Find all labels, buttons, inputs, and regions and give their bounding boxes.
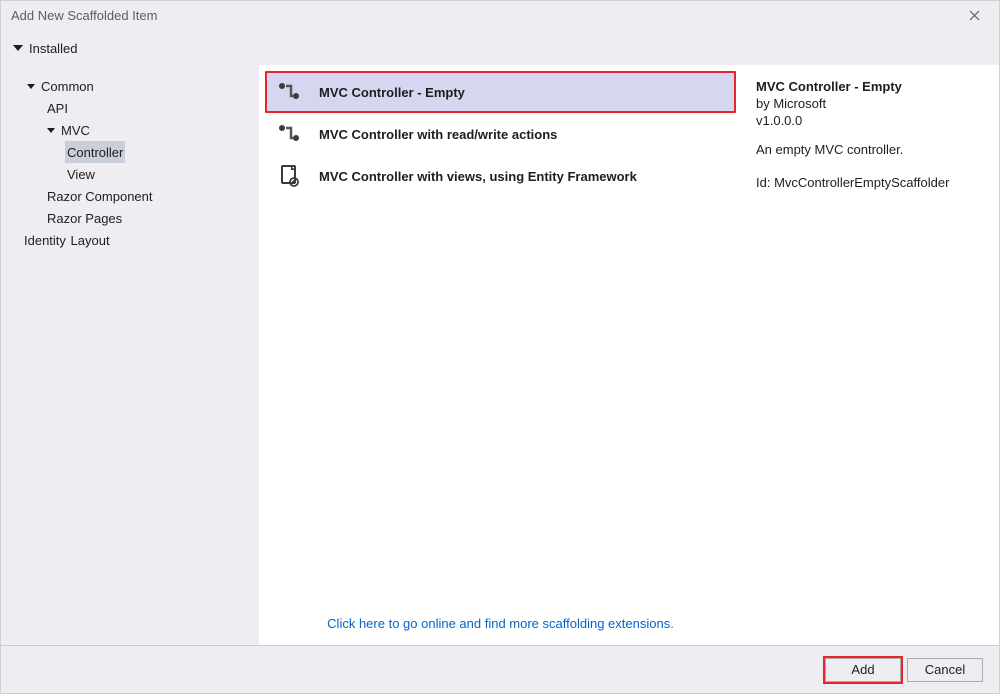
controller-ef-icon [277, 163, 303, 189]
sidebar-item-label: Razor Component [47, 189, 153, 204]
details-author-prefix: by [756, 96, 773, 111]
sidebar-item-controller[interactable]: Controller [65, 141, 125, 163]
sidebar-item-label: Common [41, 79, 94, 94]
sidebar-item-layout[interactable]: Layout [69, 229, 112, 251]
controller-icon [277, 121, 303, 147]
details-id-prefix: Id: [756, 175, 774, 190]
sidebar-item-label: MVC [61, 123, 90, 138]
category-label: Installed [29, 41, 77, 56]
title-bar: Add New Scaffolded Item [1, 1, 999, 31]
sidebar-item-razor-pages[interactable]: Razor Pages [45, 207, 124, 229]
sidebar: Common API MVC Controll [1, 65, 259, 645]
sidebar-item-razor-component[interactable]: Razor Component [45, 185, 155, 207]
chevron-down-icon [13, 45, 23, 51]
window-title: Add New Scaffolded Item [11, 8, 157, 23]
sidebar-item-label: View [67, 167, 95, 182]
details-id-value: MvcControllerEmptyScaffolder [774, 175, 949, 190]
cancel-button[interactable]: Cancel [907, 658, 983, 682]
details-author: by Microsoft [756, 96, 985, 111]
chevron-down-icon [27, 84, 35, 89]
dialog-footer: Add Cancel [1, 645, 999, 693]
sidebar-item-label: Razor Pages [47, 211, 122, 226]
sidebar-item-label: API [47, 101, 68, 116]
sidebar-item-api[interactable]: API [45, 97, 70, 119]
controller-icon [277, 79, 303, 105]
details-id: Id: MvcControllerEmptyScaffolder [756, 175, 985, 190]
template-title: MVC Controller with views, using Entity … [319, 169, 637, 184]
template-list: MVC Controller - Empty MVC Controller wi… [259, 65, 742, 645]
sidebar-item-mvc[interactable]: MVC [45, 119, 92, 141]
template-title: MVC Controller with read/write actions [319, 127, 557, 142]
template-item-mvc-empty[interactable]: MVC Controller - Empty [265, 71, 736, 113]
details-description: An empty MVC controller. [756, 142, 985, 157]
details-panel: MVC Controller - Empty by Microsoft v1.0… [742, 65, 999, 645]
details-version: v1.0.0.0 [756, 113, 985, 128]
add-button[interactable]: Add [825, 658, 901, 682]
sidebar-item-label: Layout [71, 233, 110, 248]
template-title: MVC Controller - Empty [319, 85, 465, 100]
sidebar-item-view[interactable]: View [65, 163, 97, 185]
close-button[interactable] [957, 4, 991, 28]
online-extensions-row: Click here to go online and find more sc… [265, 598, 736, 645]
template-item-mvc-ef[interactable]: MVC Controller with views, using Entity … [265, 155, 736, 197]
sidebar-item-label: Controller [67, 145, 123, 160]
template-item-mvc-readwrite[interactable]: MVC Controller with read/write actions [265, 113, 736, 155]
chevron-down-icon [47, 128, 55, 133]
sidebar-item-identity[interactable]: Identity [22, 229, 68, 251]
details-title: MVC Controller - Empty [756, 79, 985, 94]
sidebar-tree: Common API MVC Controll [1, 75, 259, 251]
details-author-name: Microsoft [773, 96, 826, 111]
online-extensions-link[interactable]: Click here to go online and find more sc… [327, 616, 674, 631]
main-content: Common API MVC Controll [1, 65, 999, 645]
sidebar-item-common[interactable]: Common [25, 75, 96, 97]
category-bar[interactable]: Installed [1, 31, 999, 65]
sidebar-item-label: Identity [24, 233, 66, 248]
close-icon [969, 10, 980, 21]
